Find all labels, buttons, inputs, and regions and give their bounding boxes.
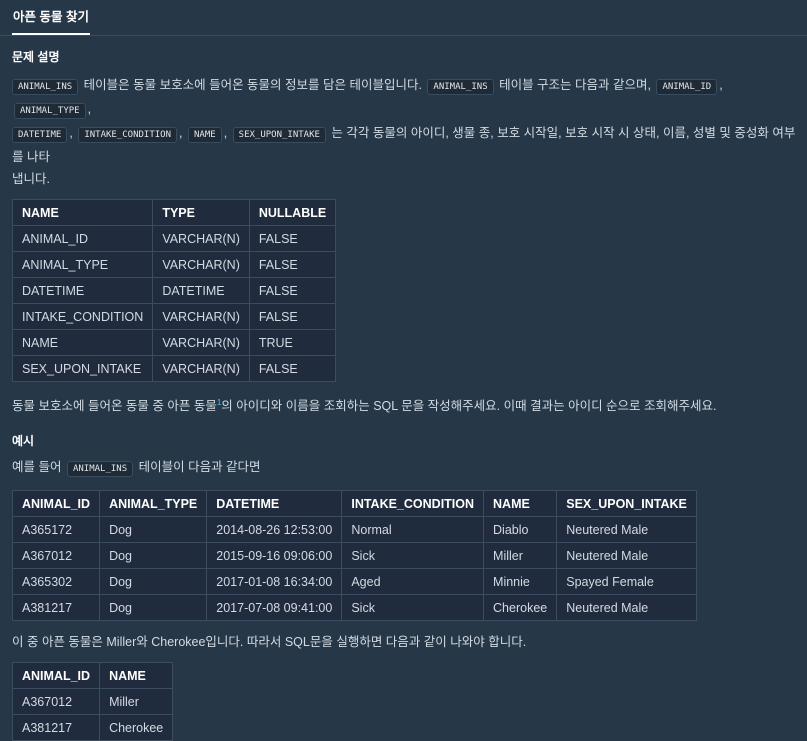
table-header-cell: SEX_UPON_INTAKE — [556, 490, 697, 518]
table-header-cell: ANIMAL_ID — [11, 490, 101, 518]
table-cell: VARCHAR(N) — [152, 355, 250, 382]
code-col-sex-upon-intake: SEX_UPON_INTAKE — [232, 127, 326, 143]
table-cell: Cherokee — [99, 714, 174, 741]
table-header-row: NAME TYPE NULLABLE — [11, 199, 337, 226]
table-cell: Spayed Female — [556, 568, 697, 596]
code-col-intake-condition: INTAKE_CONDITION — [78, 127, 178, 143]
table-cell: Sick — [341, 542, 485, 570]
table-cell: A365172 — [11, 516, 101, 544]
table-cell: FALSE — [248, 303, 337, 330]
table-cell: DATETIME — [11, 277, 154, 304]
table-cell: VARCHAR(N) — [152, 303, 250, 330]
table-cell: Sick — [341, 594, 485, 622]
table-cell: FALSE — [248, 225, 337, 252]
table-cell: 2014-08-26 12:53:00 — [206, 516, 343, 544]
code-col-animal-id: ANIMAL_ID — [656, 79, 718, 95]
table-row: A381217 Dog 2017-07-08 09:41:00 Sick Cheroke… — [11, 594, 697, 622]
table-cell: VARCHAR(N) — [152, 251, 250, 278]
intro-paragraph: ANIMAL_INS 테이블은 동물 보호소에 들어온 동물의 정보를 담은 테… — [12, 78, 796, 186]
code-animal-ins: ANIMAL_INS — [66, 461, 134, 478]
table-cell: A367012 — [11, 542, 101, 570]
table-cell: Miller — [483, 542, 558, 570]
table-header-cell: ANIMAL_ID — [11, 662, 101, 690]
tab-problem[interactable]: 아픈 동물 찾기 — [12, 0, 90, 35]
problem-content: 문제 설명 ANIMAL_INS 테이블은 동물 보호소에 들어온 동물의 정보… — [11, 43, 802, 741]
table-cell: 2015-09-16 09:06:00 — [206, 542, 343, 570]
code-col-name: NAME — [188, 127, 222, 143]
schema-table: NAME TYPE NULLABLE ANIMAL_ID VARCHAR(N) FA… — [11, 199, 337, 382]
code-col-datetime: DATETIME — [12, 127, 68, 143]
table-row: A365172 Dog 2014-08-26 12:53:00 Normal Diabl… — [11, 516, 697, 544]
table-row: INTAKE_CONDITION VARCHAR(N) FALSE — [11, 303, 337, 330]
table-cell: Cherokee — [483, 594, 558, 622]
table-cell: ANIMAL_ID — [11, 225, 154, 252]
table-header-cell: DATETIME — [206, 490, 343, 518]
table-cell: Dog — [99, 568, 208, 596]
table-cell: FALSE — [248, 251, 337, 278]
table-header-cell: ANIMAL_TYPE — [99, 490, 208, 518]
table-cell: INTAKE_CONDITION — [11, 303, 154, 330]
code-col-animal-type: ANIMAL_TYPE — [14, 103, 86, 119]
table-cell: DATETIME — [152, 277, 250, 304]
example-table: ANIMAL_ID ANIMAL_TYPE DATETIME INTAKE_CO… — [11, 490, 697, 622]
table-cell: A381217 — [11, 714, 101, 741]
table-row: A381217 Cherokee — [11, 714, 174, 741]
table-row: A367012 Miller — [11, 688, 174, 716]
table-cell: Minnie — [483, 568, 558, 596]
table-cell: Neutered Male — [556, 542, 697, 570]
table-header-row: ANIMAL_ID NAME — [11, 662, 174, 690]
table-cell: Neutered Male — [556, 594, 697, 622]
table-cell: 2017-07-08 09:41:00 — [206, 594, 343, 622]
table-cell: VARCHAR(N) — [152, 225, 250, 252]
table-cell: VARCHAR(N) — [152, 329, 250, 356]
table-cell: Aged — [341, 568, 485, 596]
code-animal-ins: ANIMAL_INS — [427, 79, 494, 95]
code-animal-ins: ANIMAL_INS — [12, 79, 79, 95]
table-cell: A365302 — [11, 568, 101, 596]
table-row: NAME VARCHAR(N) TRUE — [11, 329, 337, 356]
table-header-cell: NAME — [483, 490, 558, 518]
result-table: ANIMAL_ID NAME A367012 Miller A381217 Cher… — [11, 662, 174, 741]
table-cell: Dog — [99, 516, 208, 544]
table-cell: NAME — [11, 329, 154, 356]
example-title: 예시 — [12, 434, 35, 449]
example-intro: 예를 들어 ANIMAL_INS 테이블이 다음과 같다면 — [12, 456, 802, 480]
table-row: A367012 Dog 2015-09-16 09:06:00 Sick Miller N… — [11, 542, 697, 570]
table-cell: Normal — [341, 516, 485, 544]
result-text: 이 중 아픈 동물은 Miller와 Cherokee입니다. 따라서 SQL문… — [12, 635, 527, 650]
table-header-cell: TYPE — [152, 199, 250, 226]
table-header-cell: INTAKE_CONDITION — [341, 490, 485, 518]
table-cell: SEX_UPON_INTAKE — [11, 355, 154, 382]
table-row: SEX_UPON_INTAKE VARCHAR(N) FALSE — [11, 355, 337, 382]
table-header-cell: NULLABLE — [248, 199, 337, 226]
table-cell: Neutered Male — [556, 516, 697, 544]
question-paragraph: 동물 보호소에 들어온 동물 중 아픈 동물1의 아이디와 이름을 조회하는 S… — [12, 398, 717, 414]
table-cell: Dog — [99, 542, 208, 570]
table-cell: ANIMAL_TYPE — [11, 251, 154, 278]
table-header-cell: NAME — [99, 662, 174, 690]
table-header-row: ANIMAL_ID ANIMAL_TYPE DATETIME INTAKE_CO… — [11, 490, 697, 518]
table-header-cell: NAME — [11, 199, 154, 226]
table-row: ANIMAL_ID VARCHAR(N) FALSE — [11, 225, 337, 252]
table-cell: 2017-01-08 16:34:00 — [206, 568, 343, 596]
table-cell: A367012 — [11, 688, 101, 716]
table-cell: A381217 — [11, 594, 101, 622]
table-row: A365302 Dog 2017-01-08 16:34:00 Aged Minnie S… — [11, 568, 697, 596]
table-row: ANIMAL_TYPE VARCHAR(N) FALSE — [11, 251, 337, 278]
table-cell: TRUE — [248, 329, 337, 356]
table-cell: Miller — [99, 688, 174, 716]
table-cell: FALSE — [248, 355, 337, 382]
table-cell: FALSE — [248, 277, 337, 304]
table-row: DATETIME DATETIME FALSE — [11, 277, 337, 304]
tab-bar: 아픈 동물 찾기 — [0, 0, 807, 36]
table-cell: Dog — [99, 594, 208, 622]
section-title: 문제 설명 — [12, 50, 60, 64]
table-cell: Diablo — [483, 516, 558, 544]
